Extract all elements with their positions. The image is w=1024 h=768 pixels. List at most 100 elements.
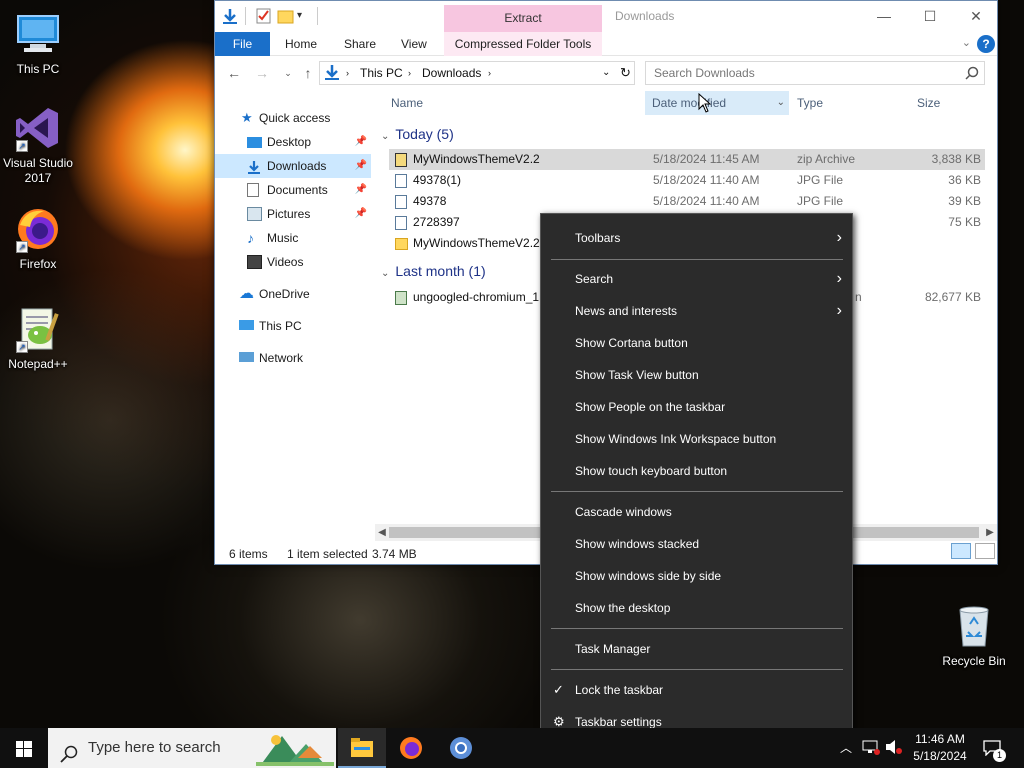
scroll-left-icon[interactable]: ◀: [375, 524, 389, 541]
menu-item-show-people[interactable]: Show People on the taskbar: [541, 391, 852, 423]
tab-compressed-folder-tools[interactable]: Compressed Folder Tools: [444, 32, 602, 56]
pin-icon[interactable]: 📌: [355, 154, 367, 178]
new-folder-icon[interactable]: [277, 7, 295, 25]
notification-count-badge: 1: [993, 749, 1006, 762]
network-status-icon[interactable]: [862, 739, 880, 758]
nav-documents[interactable]: Documents 📌: [215, 178, 371, 202]
system-clock[interactable]: 11:46 AM 5/18/2024: [905, 731, 975, 765]
back-arrow-icon[interactable]: ←: [224, 63, 244, 83]
title-bar: ▾ Extract Downloads — ☐ ✕: [215, 1, 997, 32]
search-input[interactable]: Search Downloads: [645, 61, 985, 85]
tab-file[interactable]: File: [215, 32, 270, 56]
desktop-icon-firefox[interactable]: ↗ Firefox: [0, 205, 76, 272]
group-header-today[interactable]: ⌄ Today (5): [381, 123, 454, 145]
pin-icon[interactable]: 📌: [355, 130, 367, 154]
download-folder-icon: [247, 159, 262, 174]
close-button[interactable]: ✕: [953, 4, 999, 28]
desktop-icon-visual-studio[interactable]: ↗ Visual Studio 2017: [0, 104, 76, 186]
expand-ribbon-icon[interactable]: ⌄: [962, 36, 971, 49]
menu-item-toolbars[interactable]: Toolbars ›: [541, 222, 852, 254]
tab-home[interactable]: Home: [272, 32, 330, 56]
nav-desktop[interactable]: Desktop 📌: [215, 130, 371, 154]
file-row[interactable]: MyWindowsThemeV2.2 5/18/2024 11:45 AM zi…: [389, 149, 985, 170]
maximize-button[interactable]: ☐: [907, 4, 953, 28]
action-center-button[interactable]: 1: [978, 732, 1010, 764]
volume-muted-icon[interactable]: [885, 739, 903, 758]
nav-music[interactable]: ♪ Music: [215, 226, 371, 250]
scroll-right-icon[interactable]: ▶: [983, 524, 997, 541]
menu-item-show-task-view[interactable]: Show Task View button: [541, 359, 852, 391]
menu-item-show-desktop[interactable]: Show the desktop: [541, 592, 852, 624]
collapse-chevron-icon[interactable]: ⌄: [381, 268, 389, 279]
breadcrumb-sep-icon[interactable]: ›: [346, 62, 349, 84]
address-history-dropdown-icon[interactable]: ⌄: [602, 62, 610, 84]
help-icon[interactable]: ?: [977, 35, 995, 53]
menu-item-show-cortana[interactable]: Show Cortana button: [541, 327, 852, 359]
pin-icon[interactable]: 📌: [355, 202, 367, 226]
column-header-type[interactable]: Type: [797, 91, 907, 115]
desktop-icon-this-pc[interactable]: This PC: [0, 10, 76, 77]
windows-logo-icon: [16, 741, 32, 760]
menu-item-cascade-windows[interactable]: Cascade windows: [541, 496, 852, 528]
menu-item-show-touch-keyboard[interactable]: Show touch keyboard button: [541, 455, 852, 487]
menu-separator: [551, 491, 843, 492]
menu-item-show-ink-workspace[interactable]: Show Windows Ink Workspace button: [541, 423, 852, 455]
menu-item-show-side-by-side[interactable]: Show windows side by side: [541, 560, 852, 592]
nav-network[interactable]: Network: [215, 346, 371, 370]
nav-pictures[interactable]: Pictures 📌: [215, 202, 371, 226]
taskbar-search-box[interactable]: Type here to search: [48, 728, 336, 768]
large-icons-view-icon[interactable]: [975, 543, 995, 559]
notepadpp-icon: ↗: [14, 305, 62, 353]
breadcrumb-downloads[interactable]: Downloads: [422, 62, 481, 84]
menu-item-lock-taskbar[interactable]: ✓ Lock the taskbar: [541, 674, 852, 706]
taskbar-chromium[interactable]: [436, 728, 484, 768]
address-bar[interactable]: › This PC › Downloads › ⌄ ↻: [319, 61, 635, 85]
minimize-button[interactable]: —: [861, 4, 907, 28]
tab-share[interactable]: Share: [331, 32, 389, 56]
quick-access-download-icon[interactable]: [221, 7, 239, 25]
menu-item-search[interactable]: Search ›: [541, 263, 852, 295]
menu-item-show-windows-stacked[interactable]: Show windows stacked: [541, 528, 852, 560]
desktop-icon-recycle-bin[interactable]: Recycle Bin: [936, 602, 1012, 669]
menu-separator: [551, 669, 843, 670]
start-button[interactable]: [0, 728, 48, 768]
show-hidden-icons-chevron-icon[interactable]: ︿: [840, 739, 852, 756]
breadcrumb-sep-icon[interactable]: ›: [408, 62, 411, 84]
recent-locations-icon[interactable]: ⌄: [278, 63, 298, 83]
file-row[interactable]: 49378(1) 5/18/2024 11:40 AM JPG File 36 …: [389, 170, 985, 191]
column-header-size[interactable]: Size: [917, 91, 977, 115]
up-arrow-icon[interactable]: ↑: [298, 63, 318, 83]
item-count: 6 items: [229, 547, 268, 561]
customize-toolbar-icon[interactable]: ▾: [297, 7, 315, 25]
breadcrumb-this-pc[interactable]: This PC: [360, 62, 403, 84]
column-header-date-modified[interactable]: Date modified ⌄: [645, 91, 789, 115]
nav-quick-access[interactable]: ★ Quick access: [215, 106, 371, 130]
column-header-name[interactable]: Name: [391, 91, 645, 115]
group-header-last-month[interactable]: ⌄ Last month (1): [381, 260, 486, 282]
nav-this-pc[interactable]: This PC: [215, 314, 371, 338]
clock-date: 5/18/2024: [913, 749, 967, 763]
file-row[interactable]: 49378 5/18/2024 11:40 AM JPG File 39 KB: [389, 191, 985, 212]
desktop-icon-notepadpp[interactable]: ↗ Notepad++: [0, 305, 76, 372]
taskbar-context-menu: Toolbars › Search › News and interests ›…: [540, 213, 853, 746]
taskbar-firefox[interactable]: [386, 728, 434, 768]
refresh-icon[interactable]: ↻: [620, 62, 631, 84]
pin-icon[interactable]: 📌: [355, 178, 367, 202]
collapse-chevron-icon[interactable]: ⌄: [381, 131, 389, 142]
ribbon-tabs: File Home Share View Compressed Folder T…: [215, 32, 997, 56]
checkmark-icon: ✓: [553, 682, 564, 697]
menu-item-task-manager[interactable]: Task Manager: [541, 633, 852, 665]
menu-item-news-and-interests[interactable]: News and interests ›: [541, 295, 852, 327]
submenu-arrow-icon: ›: [836, 229, 842, 246]
properties-icon[interactable]: [255, 7, 273, 25]
sort-dropdown-icon[interactable]: ⌄: [777, 91, 785, 115]
tab-view[interactable]: View: [388, 32, 440, 56]
nav-onedrive[interactable]: ☁ OneDrive: [215, 282, 371, 306]
details-view-icon[interactable]: [951, 543, 971, 559]
nav-videos[interactable]: Videos: [215, 250, 371, 274]
forward-arrow-icon[interactable]: →: [252, 63, 272, 83]
taskbar-file-explorer[interactable]: [338, 728, 386, 768]
breadcrumb-sep-icon[interactable]: ›: [488, 62, 491, 84]
jpg-file-icon: [395, 216, 407, 230]
nav-downloads[interactable]: Downloads 📌: [215, 154, 371, 178]
